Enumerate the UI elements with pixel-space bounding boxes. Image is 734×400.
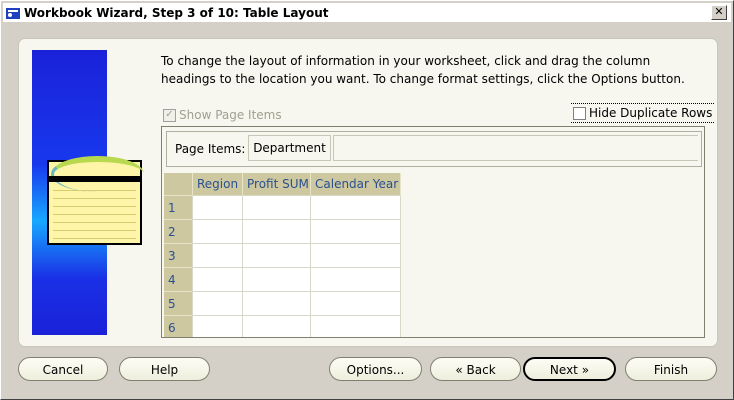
table-cell bbox=[242, 315, 311, 337]
wizard-graphic bbox=[32, 50, 144, 335]
grid-corner bbox=[164, 173, 193, 196]
table-cell bbox=[192, 219, 243, 244]
chevron-left-icon: « bbox=[455, 363, 463, 377]
wizard-window: Workbook Wizard, Step 3 of 10: Table Lay… bbox=[0, 0, 734, 400]
close-button[interactable]: ✕ bbox=[711, 5, 727, 20]
table-cell bbox=[192, 291, 243, 316]
layout-grid: Region Profit SUM Calendar Year 1 2 3 4 … bbox=[164, 173, 401, 337]
column-heading-profit-sum[interactable]: Profit SUM bbox=[242, 173, 311, 196]
chevron-right-icon: » bbox=[581, 363, 590, 377]
table-cell bbox=[192, 195, 243, 220]
table-cell bbox=[310, 243, 401, 268]
close-icon: ✕ bbox=[714, 5, 724, 18]
page-items-label: Page Items: bbox=[175, 142, 246, 156]
row-number: 1 bbox=[164, 195, 193, 220]
spreadsheet-illustration-icon bbox=[47, 156, 144, 245]
window-title: Workbook Wizard, Step 3 of 10: Table Lay… bbox=[24, 5, 329, 20]
row-number: 4 bbox=[164, 267, 193, 292]
wizard-content-panel: To change the layout of information in y… bbox=[18, 38, 718, 347]
row-number: 3 bbox=[164, 243, 193, 268]
row-number: 2 bbox=[164, 219, 193, 244]
show-page-items-checkbox[interactable]: Show Page Items bbox=[163, 108, 282, 122]
page-items-drop-zone[interactable] bbox=[333, 135, 698, 161]
title-bar: Workbook Wizard, Step 3 of 10: Table Lay… bbox=[3, 3, 731, 22]
table-cell bbox=[310, 267, 401, 292]
table-row: 1 bbox=[164, 195, 401, 220]
table-row: 3 bbox=[164, 243, 401, 268]
table-cell bbox=[242, 195, 311, 220]
wizard-app-icon bbox=[6, 7, 20, 19]
finish-button[interactable]: Finish bbox=[625, 357, 717, 381]
table-cell bbox=[310, 315, 401, 337]
help-button[interactable]: Help bbox=[119, 357, 210, 381]
table-cell bbox=[310, 219, 401, 244]
next-button[interactable]: Next » bbox=[523, 357, 616, 381]
show-page-items-label: Show Page Items bbox=[179, 108, 282, 122]
checkbox-unchecked-icon bbox=[573, 106, 586, 120]
column-heading-calendar-year[interactable]: Calendar Year bbox=[310, 173, 401, 196]
page-items-area[interactable]: Page Items: Department bbox=[166, 131, 702, 167]
table-cell bbox=[192, 243, 243, 268]
table-layout-panel: Page Items: Department Region Profit SUM… bbox=[161, 126, 705, 338]
next-button-label: Next bbox=[549, 363, 578, 377]
hide-duplicate-rows-label: Hide Duplicate Rows bbox=[589, 106, 713, 120]
back-button[interactable]: « Back bbox=[430, 357, 521, 381]
page-item-department[interactable]: Department bbox=[248, 135, 331, 161]
table-cell bbox=[310, 291, 401, 316]
cancel-button[interactable]: Cancel bbox=[18, 357, 108, 381]
hide-duplicate-rows-checkbox[interactable]: Hide Duplicate Rows bbox=[571, 103, 715, 123]
checkbox-checked-icon bbox=[163, 108, 176, 122]
table-cell bbox=[242, 243, 311, 268]
row-number: 6 bbox=[164, 315, 193, 337]
table-row: 5 bbox=[164, 291, 401, 316]
options-button[interactable]: Options... bbox=[329, 357, 422, 381]
table-cell bbox=[242, 267, 311, 292]
back-button-label: Back bbox=[466, 363, 496, 377]
column-heading-region[interactable]: Region bbox=[192, 173, 243, 196]
table-cell bbox=[242, 291, 311, 316]
table-row: 4 bbox=[164, 267, 401, 292]
table-cell bbox=[310, 195, 401, 220]
instructions-text: To change the layout of information in y… bbox=[161, 54, 685, 86]
table-row: 2 bbox=[164, 219, 401, 244]
row-number: 5 bbox=[164, 291, 193, 316]
table-cell bbox=[192, 315, 243, 337]
table-cell bbox=[242, 219, 311, 244]
table-cell bbox=[192, 267, 243, 292]
table-row: 6 bbox=[164, 315, 401, 337]
